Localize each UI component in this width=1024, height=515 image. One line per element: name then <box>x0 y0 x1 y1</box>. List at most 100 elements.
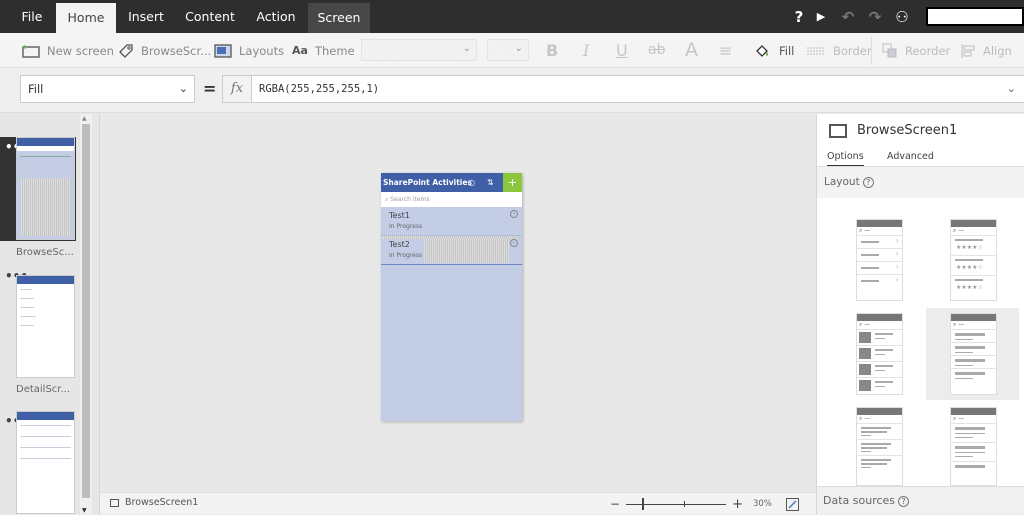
sort-icon[interactable]: ⇅ <box>487 173 494 192</box>
zoom-level: 30% <box>752 499 772 509</box>
border-icon <box>806 46 826 56</box>
item-status: In Progress <box>389 223 423 230</box>
bold-button[interactable]: B <box>546 33 558 68</box>
tab-insert[interactable]: Insert <box>118 0 174 33</box>
screen-thumbnail-edit[interactable] <box>16 411 75 514</box>
list-item[interactable]: Test2 In Progress › <box>381 236 522 265</box>
align-icon <box>960 43 976 59</box>
search-input[interactable]: ⌕ Search items <box>381 192 522 207</box>
font-color-button[interactable]: A <box>685 33 698 68</box>
fill-label: Fill <box>779 43 795 58</box>
list-item[interactable]: Test1 In Progress › <box>381 207 522 236</box>
tab-content[interactable]: Content <box>176 0 244 33</box>
undo-icon[interactable]: ↶ <box>834 8 862 26</box>
theme-label: Theme <box>314 43 355 58</box>
reorder-icon <box>882 43 898 59</box>
properties-panel: BrowseScreen1 Options Advanced Layout? ⌕… <box>816 114 1024 514</box>
play-icon[interactable]: ▶ <box>808 10 834 23</box>
strikethrough-button[interactable]: ab <box>648 33 665 68</box>
theme-button[interactable]: Aa Theme <box>292 33 355 68</box>
help-icon[interactable]: ? <box>898 495 910 507</box>
new-screen-button[interactable]: New screen <box>22 33 114 68</box>
screen-icon <box>110 498 119 507</box>
browse-screen-button[interactable]: BrowseScr... <box>118 33 211 68</box>
zoom-in-button[interactable]: + <box>732 497 743 512</box>
layout-option-list-ratings[interactable]: ⌕ — ★★★★☆ ★★★★☆ ★★★★☆ <box>950 219 997 301</box>
property-dropdown[interactable]: Fill ⌄ <box>20 75 195 103</box>
screen-thumbnail-detail[interactable] <box>16 275 75 378</box>
theme-icon: Aa <box>292 44 308 57</box>
layout-option-list-arrows[interactable]: ⌕ — › › › › <box>856 219 903 301</box>
reorder-label: Reorder <box>905 43 951 58</box>
zoom-slider[interactable] <box>626 498 727 510</box>
help-icon[interactable]: ? <box>862 176 874 188</box>
item-title: Test1 <box>389 211 410 220</box>
fit-to-window-icon[interactable] <box>785 497 799 511</box>
layout-option-list-images[interactable]: ⌕ — <box>856 313 903 395</box>
zoom-out-button[interactable]: − <box>610 497 620 511</box>
new-screen-icon <box>22 44 40 58</box>
screen-label-browse: BrowseSc... <box>16 247 74 258</box>
app-title: SharePoint Activities <box>383 178 472 187</box>
font-dropdown[interactable]: ⌄ <box>361 39 477 61</box>
paint-bucket-icon <box>754 43 772 59</box>
screens-scrollbar[interactable]: ▲ ▼ <box>80 114 92 514</box>
chevron-right-icon[interactable]: › <box>510 239 518 247</box>
layout-option-list-title-body[interactable]: ⌕ — <box>950 407 997 486</box>
layouts-label: Layouts <box>239 43 285 58</box>
formula-input[interactable]: RGBA(255,255,255,1) ⌄ <box>251 75 1024 103</box>
add-user-icon[interactable]: ⚇ <box>888 8 916 26</box>
item-title: Test2 <box>389 240 410 249</box>
help-icon[interactable]: ? <box>790 8 808 26</box>
user-name-box <box>926 7 1024 26</box>
item-status: In Progress <box>389 252 423 259</box>
layouts-button[interactable]: Layouts <box>214 33 284 68</box>
scroll-down-icon[interactable]: ▼ <box>82 507 87 514</box>
equals-sign: = <box>203 79 217 98</box>
app-preview-screen[interactable]: SharePoint Activities ○ ⇅ + ⌕ Search ite… <box>381 173 522 421</box>
italic-button[interactable]: I <box>583 33 589 68</box>
chevron-down-icon: ⌄ <box>514 43 523 54</box>
ribbon-divider <box>871 37 872 65</box>
tab-screen[interactable]: Screen <box>308 3 370 33</box>
search-placeholder: Search items <box>390 196 430 203</box>
chevron-down-icon: ⌄ <box>178 82 188 95</box>
status-bar: BrowseScreen1 − + 30% <box>100 492 816 514</box>
tab-home[interactable]: Home <box>56 3 116 33</box>
screen-thumbnail-browse[interactable] <box>16 137 75 240</box>
tag-icon <box>118 43 134 59</box>
border-button[interactable]: Border <box>806 33 872 68</box>
current-screen-indicator[interactable]: BrowseScreen1 <box>110 497 198 508</box>
tab-advanced[interactable]: Advanced <box>887 151 934 162</box>
layout-label: Layout <box>824 176 860 188</box>
fill-button[interactable]: Fill <box>754 33 794 68</box>
align-label: Align <box>983 43 1012 58</box>
scrollbar-thumb[interactable] <box>82 124 90 498</box>
refresh-icon[interactable]: ○ <box>468 173 475 192</box>
border-label: Border <box>833 43 872 58</box>
tab-action[interactable]: Action <box>246 0 306 33</box>
expand-formula-icon[interactable]: ⌄ <box>1007 76 1016 102</box>
fx-icon[interactable]: fx <box>222 75 252 103</box>
underline-button[interactable]: U <box>616 33 628 68</box>
menu-bar: File Home Insert Content Action Screen ?… <box>0 0 1024 33</box>
add-item-icon[interactable]: + <box>503 173 522 192</box>
layout-option-list-title-subtitle[interactable]: ⌕ — <box>950 313 997 395</box>
data-sources-section[interactable]: Data sources? <box>817 486 1024 514</box>
reorder-button[interactable]: Reorder <box>882 33 950 68</box>
align-button[interactable]: Align <box>960 33 1012 68</box>
zoom-slider-handle[interactable] <box>642 498 645 510</box>
layouts-icon <box>214 43 232 58</box>
redo-icon[interactable]: ↷ <box>862 8 888 26</box>
screens-panel: ••• BrowseSc... ••• DetailScr... ••• ▲ ▼ <box>0 114 100 514</box>
chevron-down-icon: ⌄ <box>462 43 471 54</box>
tab-file[interactable]: File <box>10 0 54 33</box>
font-size-dropdown[interactable]: ⌄ <box>487 39 529 61</box>
chevron-right-icon[interactable]: › <box>510 210 518 218</box>
text-align-button[interactable]: ≡ <box>719 33 732 68</box>
layout-option-list-two-lines[interactable]: ⌕ — <box>856 407 903 486</box>
app-header: SharePoint Activities ○ ⇅ + <box>381 173 522 192</box>
tab-options[interactable]: Options <box>827 151 864 167</box>
scroll-up-icon[interactable]: ▲ <box>82 115 87 122</box>
new-screen-label: New screen <box>47 43 114 58</box>
